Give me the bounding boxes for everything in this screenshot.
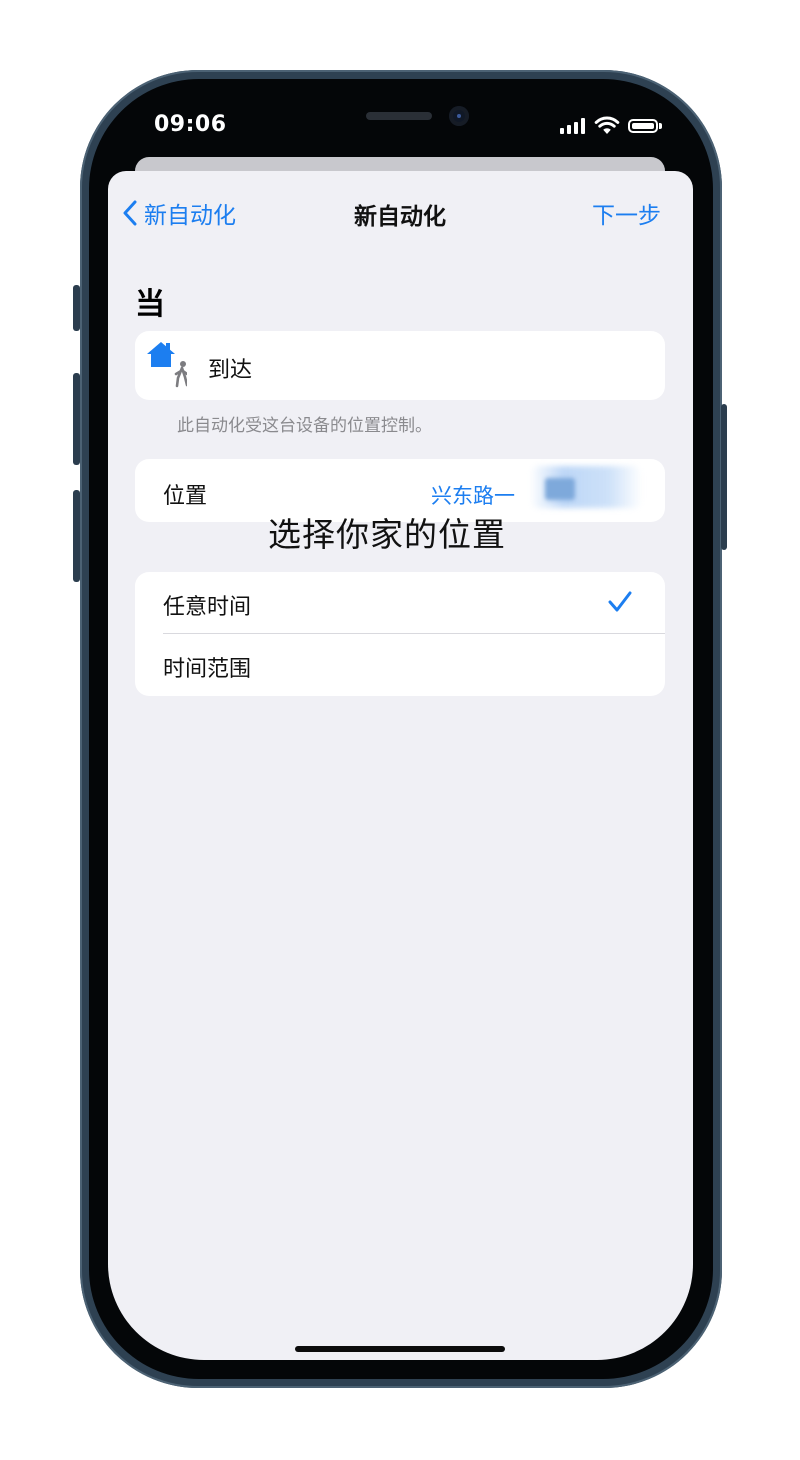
chevron-left-icon	[123, 200, 137, 226]
time-option-label: 时间范围	[163, 657, 252, 682]
cellular-signal-icon	[560, 118, 585, 134]
trigger-label: 到达	[208, 358, 253, 383]
time-option-any[interactable]: 任意时间	[135, 572, 665, 634]
volume-up-button	[73, 373, 80, 465]
next-button[interactable]: 下一步	[592, 196, 661, 230]
time-options-group: 任意时间 时间范围	[135, 572, 665, 696]
checkmark-icon	[608, 591, 632, 612]
overlay-caption: 选择你家的位置	[268, 515, 506, 554]
camera-lens	[457, 114, 461, 118]
volume-down-button	[73, 490, 80, 582]
page-title: 新自动化	[354, 204, 446, 230]
action-button	[73, 285, 80, 331]
section-header-when: 当	[135, 287, 165, 322]
earpiece-speaker	[366, 112, 432, 120]
back-button-label: 新自动化	[144, 203, 236, 229]
power-button	[721, 404, 727, 550]
home-arrive-icon	[147, 342, 187, 388]
time-option-range[interactable]: 时间范围	[135, 634, 665, 696]
home-indicator[interactable]	[295, 1346, 505, 1352]
battery-icon	[628, 119, 658, 133]
location-label: 位置	[163, 484, 208, 509]
time-option-label: 任意时间	[163, 595, 252, 620]
status-time: 09:06	[154, 112, 227, 137]
back-button[interactable]: 新自动化	[122, 196, 236, 230]
wifi-icon	[594, 116, 620, 134]
battery-cap	[659, 123, 662, 129]
redacted-address-blur-inner	[545, 478, 575, 500]
trigger-footer-note: 此自动化受这台设备的位置控制。	[177, 416, 432, 436]
